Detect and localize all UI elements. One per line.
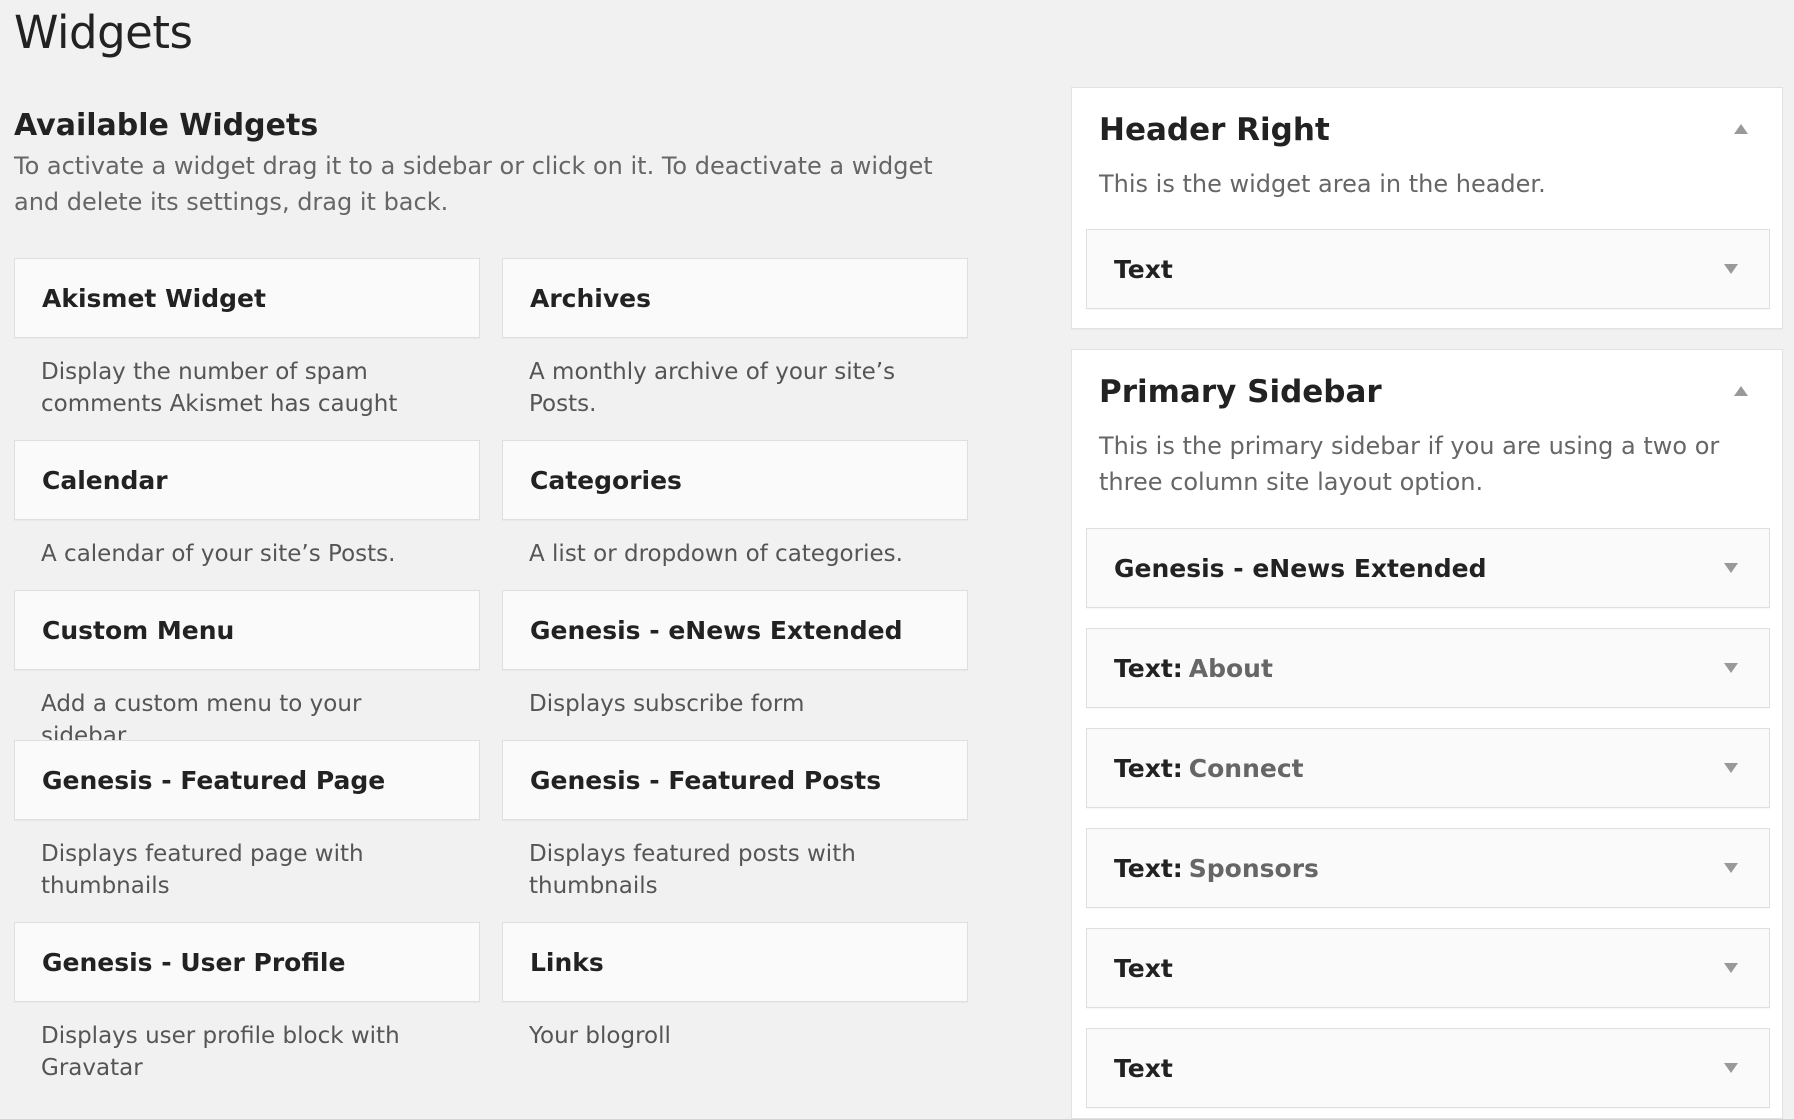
widget-title[interactable]: Archives [502,258,968,338]
widget-item-categories: Categories A list or dropdown of categor… [502,440,968,570]
triangle-down-icon[interactable] [1724,763,1738,773]
sidebar-widget-name: Text [1114,953,1173,983]
sidebar-widget-name: Text [1114,653,1173,683]
available-widgets-section: Available Widgets To activate a widget d… [14,104,970,1081]
widget-title[interactable]: Genesis - User Profile [14,922,480,1002]
widget-title[interactable]: Genesis - eNews Extended [502,590,968,670]
widget-description: A monthly archive of your site’s Posts. [529,359,896,417]
sidebar-widget-text-about[interactable]: Text: About [1086,628,1770,708]
widget-title[interactable]: Custom Menu [14,590,480,670]
triangle-up-icon[interactable] [1734,386,1748,396]
widget-title[interactable]: Links [502,922,968,1002]
widget-item-akismet: Akismet Widget Display the number of spa… [14,258,480,420]
sidebar-widget-name: Text [1114,254,1173,284]
widget-description: A list or dropdown of categories. [529,541,903,567]
widget-description: Displays user profile block with Gravata… [41,1023,400,1081]
widget-description: A calendar of your site’s Posts. [41,541,396,567]
sidebar-widget-text-connect[interactable]: Text: Connect [1086,728,1770,808]
widget-description: Displays featured page with thumbnails [41,841,364,899]
triangle-down-icon[interactable] [1724,1063,1738,1073]
sidebar-widget-text[interactable]: Text [1086,229,1770,309]
sidebar-primary: Primary Sidebar This is the primary side… [1071,349,1783,1119]
triangle-up-icon[interactable] [1734,124,1748,134]
triangle-down-icon[interactable] [1724,563,1738,573]
widget-description: Displays featured posts with thumbnails [529,841,856,899]
triangle-down-icon[interactable] [1724,963,1738,973]
sidebar-widget-name: Text [1114,853,1173,883]
widget-item-links: Links Your blogroll [502,922,968,1052]
sidebar-widget-name: Genesis - eNews Extended [1114,553,1487,583]
page-title: Widgets [14,6,193,59]
widget-item-genesis-user-profile: Genesis - User Profile Displays user pro… [14,922,480,1084]
sidebar-widget-title: Connect [1188,753,1304,783]
available-widgets-description: To activate a widget drag it to a sideba… [14,152,933,216]
widget-item-genesis-featured-posts: Genesis - Featured Posts Displays featur… [502,740,968,902]
triangle-down-icon[interactable] [1724,264,1738,274]
sidebar-widget-title: Sponsors [1188,853,1319,883]
sidebar-widget-text-sponsors[interactable]: Text: Sponsors [1086,828,1770,908]
widget-item-calendar: Calendar A calendar of your site’s Posts… [14,440,480,570]
sidebar-widget-text[interactable]: Text [1086,1028,1770,1108]
available-widgets-heading: Available Widgets [14,108,319,143]
widget-item-genesis-enews: Genesis - eNews Extended Displays subscr… [502,590,968,720]
widget-description: Your blogroll [529,1023,671,1049]
sidebar-widget-text[interactable]: Text [1086,928,1770,1008]
widget-title[interactable]: Calendar [14,440,480,520]
widget-title[interactable]: Genesis - Featured Page [14,740,480,820]
sidebar-widget-title: About [1188,653,1273,683]
widget-title[interactable]: Categories [502,440,968,520]
sidebar-name[interactable]: Primary Sidebar [1099,374,1382,410]
widget-title[interactable]: Genesis - Featured Posts [502,740,968,820]
widget-description: Displays subscribe form [529,691,805,717]
widget-title[interactable]: Akismet Widget [14,258,480,338]
sidebar-description: This is the primary sidebar if you are u… [1099,432,1720,496]
triangle-down-icon[interactable] [1724,863,1738,873]
sidebar-description: This is the widget area in the header. [1099,170,1546,198]
widget-description: Display the number of spam comments Akis… [41,359,398,417]
widget-item-custom-menu: Custom Menu Add a custom menu to your si… [14,590,480,752]
sidebar-header-right: Header Right This is the widget area in … [1071,87,1783,329]
sidebar-name[interactable]: Header Right [1099,112,1330,148]
sidebar-widget-name: Text [1114,1053,1173,1083]
triangle-down-icon[interactable] [1724,663,1738,673]
widget-item-archives: Archives A monthly archive of your site’… [502,258,968,420]
sidebar-widget-name: Text [1114,753,1173,783]
widget-item-genesis-featured-page: Genesis - Featured Page Displays feature… [14,740,480,902]
sidebar-widget-genesis-enews[interactable]: Genesis - eNews Extended [1086,528,1770,608]
